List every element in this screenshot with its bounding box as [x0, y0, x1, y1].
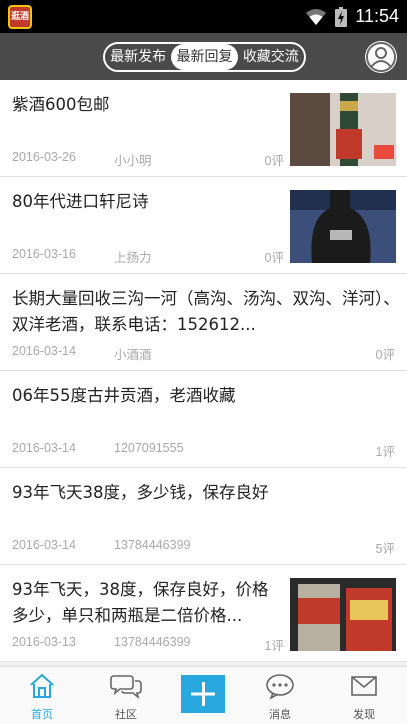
post-title: 长期大量回收三沟一河（高沟、汤沟、双沟、洋河）、双洋老酒，联系电话：152612…	[12, 289, 400, 334]
post-date: 2016-03-14	[12, 344, 76, 358]
tab-collection-exchange[interactable]: 收藏交流	[238, 44, 304, 70]
post-author: 1207091555	[114, 441, 184, 455]
post-author: 13784446399	[114, 635, 191, 649]
post-author: 小小明	[114, 154, 152, 168]
reply-count: 1评	[375, 445, 395, 459]
post-item[interactable]: 06年55度古井贡酒，老酒收藏 2016-03-14 1207091555 1评	[0, 371, 407, 468]
post-item[interactable]: 长期大量回收三沟一河（高沟、汤沟、双沟、洋河）、双洋老酒，联系电话：152612…	[0, 274, 407, 371]
feed-tab-switcher: 最新发布 最新回复 收藏交流	[103, 42, 306, 72]
post-thumbnail	[290, 578, 396, 651]
post-thumbnail	[290, 93, 396, 166]
person-icon	[366, 42, 396, 72]
discover-icon	[351, 676, 377, 696]
home-icon	[30, 673, 54, 698]
nav-messages[interactable]: 消息	[240, 667, 320, 724]
status-bar: 逛酒 11:54	[0, 0, 407, 33]
new-post-button[interactable]	[181, 675, 225, 713]
nav-messages-label: 消息	[269, 708, 291, 721]
post-title: 06年55度古井贡酒，老酒收藏	[12, 386, 236, 405]
nav-discover-label: 发现	[353, 708, 375, 721]
post-title: 80年代进口轩尼诗	[12, 192, 149, 211]
post-item[interactable]: 93年飞天，38度，保存良好，价格多少，单只和两瓶是二倍价格... 2016-0…	[0, 565, 407, 662]
status-icons: 11:54	[305, 0, 399, 33]
post-date: 2016-03-16	[12, 247, 76, 261]
reply-count: 0评	[264, 251, 284, 265]
post-author: 上扬力	[114, 251, 152, 265]
battery-charging-icon	[335, 6, 348, 27]
tab-latest-replies[interactable]: 最新回复	[171, 44, 238, 70]
status-time: 11:54	[355, 6, 399, 26]
post-thumbnail	[290, 190, 396, 263]
reply-count: 5评	[375, 542, 395, 556]
reply-count: 0评	[264, 154, 284, 168]
post-title: 紫酒600包邮	[12, 95, 110, 114]
post-author: 小酒酒	[114, 348, 152, 362]
wifi-icon	[306, 8, 327, 25]
reply-count: 0评	[375, 348, 395, 362]
plus-icon	[191, 682, 215, 706]
post-author: 13784446399	[114, 538, 191, 552]
reply-count: 1评	[264, 639, 284, 653]
post-title: 93年飞天，38度，保存良好，价格多少，单只和两瓶是二倍价格...	[12, 580, 269, 625]
post-date: 2016-03-14	[12, 441, 76, 455]
app-notification-icon: 逛酒	[8, 5, 32, 29]
nav-home[interactable]: 首页	[2, 667, 82, 724]
post-list[interactable]: 紫酒600包邮 2016-03-26 小小明 0评 80年代进口轩尼诗 2016…	[0, 80, 407, 666]
post-item[interactable]: 紫酒600包邮 2016-03-26 小小明 0评	[0, 80, 407, 177]
bottom-nav: 首页 社区 消息 发现	[0, 666, 407, 724]
post-date: 2016-03-13	[12, 635, 76, 649]
chat-bubbles-icon	[110, 675, 142, 699]
app-header: 最新发布 最新回复 收藏交流	[0, 33, 407, 80]
nav-community[interactable]: 社区	[86, 667, 166, 724]
tab-latest-posts[interactable]: 最新发布	[105, 44, 171, 70]
user-avatar[interactable]	[365, 41, 397, 73]
nav-discover[interactable]: 发现	[324, 667, 404, 724]
post-date: 2016-03-14	[12, 538, 76, 552]
post-title: 93年飞天38度，多少钱，保存良好	[12, 483, 269, 502]
nav-home-label: 首页	[31, 708, 53, 721]
post-date: 2016-03-26	[12, 150, 76, 164]
message-icon	[266, 674, 294, 699]
nav-community-label: 社区	[115, 708, 137, 721]
post-item[interactable]: 93年飞天38度，多少钱，保存良好 2016-03-14 13784446399…	[0, 468, 407, 565]
post-item[interactable]: 80年代进口轩尼诗 2016-03-16 上扬力 0评	[0, 177, 407, 274]
